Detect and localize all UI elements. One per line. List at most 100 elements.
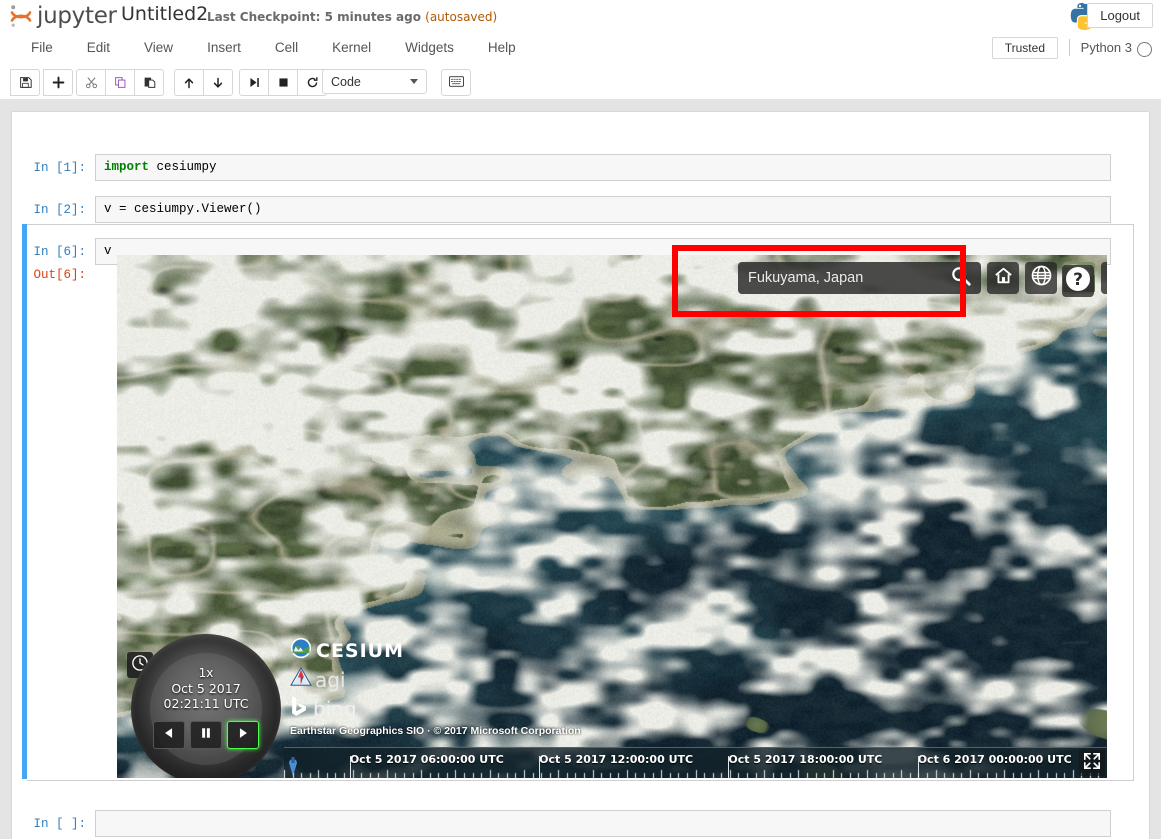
pause-button[interactable] [190,721,222,749]
code-input-4[interactable] [95,810,1111,837]
notebook-cell-1[interactable]: In [1]: import cesiumpy [12,154,1149,181]
toolbar-group-clipboard [76,69,164,96]
menu-item-help[interactable]: Help [471,31,533,64]
credit-bing: bing [290,695,581,722]
magnifier-search-icon [950,265,972,292]
cell-prompt-in-4: In [ ]: [33,817,86,831]
jupyter-notebook-page: jupyter Untitled2 Last Checkpoint: 5 min… [0,0,1161,839]
timeline-label-1: Oct 5 2017 12:00:00 UTC [539,753,694,766]
credit-agi: agi [290,666,581,692]
timeline-label-3: Oct 6 2017 00:00:00 UTC [917,753,1072,766]
menu-items: File Edit View Insert Cell Kernel Widget… [14,31,533,64]
kernel-idle-circle-icon [1137,42,1152,57]
menu-item-edit[interactable]: Edit [70,31,127,64]
checkpoint-status: Last Checkpoint: 5 minutes ago (autosave… [207,10,497,24]
timeline-minor-ticks [284,767,1107,778]
jupyter-logo[interactable]: jupyter [8,0,117,31]
interrupt-kernel-button[interactable] [268,69,298,96]
menu-bar: File Edit View Insert Cell Kernel Widget… [0,31,1161,65]
cesium-credit-display: CESIUM agi bing Earthstar Geographics SI… [290,637,581,737]
save-button[interactable] [10,69,40,96]
command-palette-button[interactable] [441,69,471,96]
notebook-cell-2[interactable]: In [2]: v = cesiumpy.Viewer() [12,196,1149,223]
credit-attribution-text: Earthstar Geographics SIO · © 2017 Micro… [290,725,581,737]
move-cell-up-button[interactable] [174,69,204,96]
animation-buttons [153,721,259,749]
code-input-1[interactable]: import cesiumpy [95,154,1111,181]
bing-logo-icon [290,695,308,722]
menu-item-insert[interactable]: Insert [190,31,258,64]
menu-item-cell[interactable]: Cell [258,31,315,64]
cut-cell-button[interactable] [76,69,106,96]
toolbar-group-move [174,69,233,96]
menu-item-view[interactable]: View [127,31,190,64]
menu-item-kernel[interactable]: Kernel [315,31,388,64]
cesium-viewer-output[interactable]: CESIUM agi bing Earthstar Geographics SI… [117,255,1107,778]
insert-cell-below-button[interactable] [43,69,73,96]
toolbar-group-save [10,69,40,96]
notebook-header: jupyter Untitled2 Last Checkpoint: 5 min… [0,0,1161,32]
timeline-widget[interactable]: Oct 5 2017 06:00:00 UTC Oct 5 2017 12:00… [284,747,1107,778]
bing-credit-label: bing [313,696,357,721]
pause-icon [199,726,213,745]
timeline-label-2: Oct 5 2017 18:00:00 UTC [728,753,883,766]
animation-readout: 1x Oct 5 2017 02:21:11 UTC [131,666,281,711]
svg-text:?: ? [1073,270,1083,290]
chevron-down-icon [410,79,418,84]
play-reverse-icon [162,726,176,745]
navigation-help-button-offscreen [1101,262,1107,294]
notebook-toolbar: Code [0,64,1161,100]
jupyter-logo-icon [8,3,34,29]
kernel-name-label[interactable]: Python 3 [1081,40,1132,55]
code-rest: cesiumpy [149,160,217,174]
animation-widget[interactable]: 1x Oct 5 2017 02:21:11 UTC [131,634,281,778]
move-cell-down-button[interactable] [203,69,233,96]
cell-prompt-in-2: In [2]: [33,203,86,217]
play-forward-button[interactable] [227,721,259,749]
out-prompt-label: Out[6]: [33,268,86,282]
scene-mode-button[interactable] [1025,262,1057,294]
menu-item-file[interactable]: File [14,31,70,64]
fullscreen-expand-icon [1083,752,1101,775]
cell-prompt-out-3: Out[6]: [12,261,95,282]
home-button[interactable] [987,262,1019,294]
code-keyword: import [104,160,150,174]
code-input-2[interactable]: v = cesiumpy.Viewer() [95,196,1111,223]
search-go-button[interactable] [941,262,981,294]
timeline-label-0: Oct 5 2017 06:00:00 UTC [349,753,504,766]
credit-cesium: CESIUM [290,637,581,664]
animation-date-label: Oct 5 2017 [171,681,241,696]
play-reverse-button[interactable] [153,721,185,749]
logout-button[interactable]: Logout [1087,3,1153,28]
trusted-badge[interactable]: Trusted [991,37,1058,59]
globe-icon [1030,264,1053,292]
cell-type-select[interactable]: Code [322,69,427,94]
copy-cell-button[interactable] [105,69,135,96]
animation-speed-label: 1x [198,666,214,680]
cell-type-value: Code [331,74,361,89]
play-forward-icon [236,726,250,745]
agi-credit-label: agi [315,667,346,692]
checkpoint-label: Last Checkpoint: 5 minutes ago [207,10,421,24]
notebook-title[interactable]: Untitled2 [121,3,208,25]
autosave-label: (autosaved) [425,10,498,24]
kernel-separator [1069,39,1070,56]
notebook-cell-4[interactable]: In [ ]: [12,810,1149,837]
toolbar-group-insert [43,69,73,96]
cesium-credit-label: CESIUM [316,639,405,662]
fullscreen-button[interactable] [1079,750,1105,776]
search-input[interactable] [738,269,941,287]
agi-logo-icon [290,666,312,692]
question-mark-icon: ? [1065,266,1091,297]
animation-time-label: 02:21:11 UTC [163,696,249,711]
navigation-help-button[interactable]: ? [1062,265,1094,297]
jupyter-logo-text: jupyter [37,2,117,29]
run-cell-button[interactable] [239,69,269,96]
toolbar-group-run [239,69,327,96]
geocoder-search-container[interactable] [738,262,981,294]
cesium-logo-icon [290,637,312,664]
home-icon [993,265,1014,291]
paste-cell-button[interactable] [134,69,164,96]
menu-item-widgets[interactable]: Widgets [388,31,471,64]
cell-prompt-in-1: In [1]: [33,161,86,175]
